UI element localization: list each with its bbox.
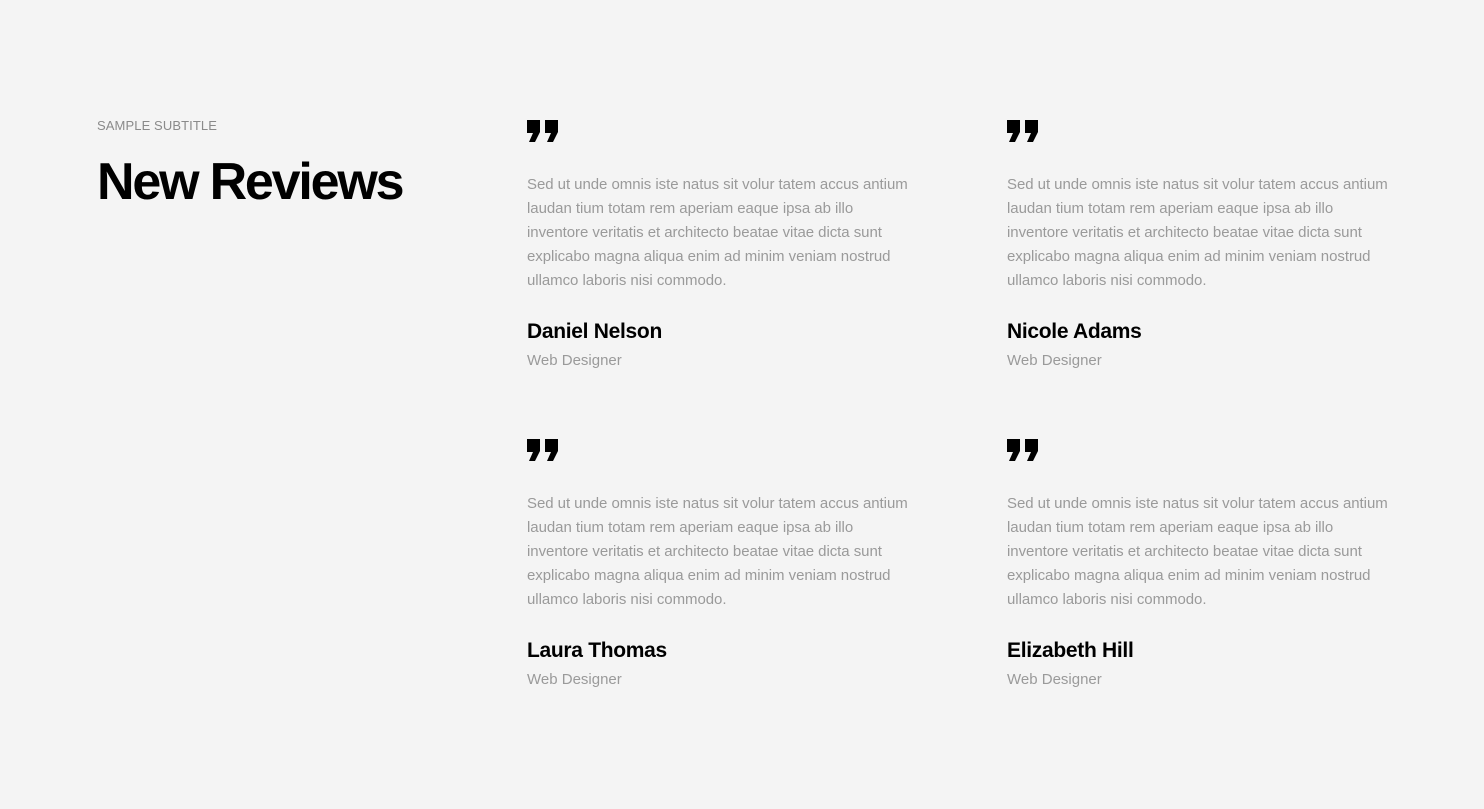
reviewer-name: Elizabeth Hill	[1007, 639, 1134, 662]
quote-icon	[1007, 120, 1038, 142]
reviewer-name: Daniel Nelson	[527, 320, 662, 343]
review-card: Sed ut unde omnis iste natus sit volur t…	[1007, 120, 1407, 370]
review-card: Sed ut unde omnis iste natus sit volur t…	[527, 120, 927, 370]
review-text: Sed ut unde omnis iste natus sit volur t…	[1007, 176, 1388, 289]
review-card: Sed ut unde omnis iste natus sit volur t…	[1007, 439, 1407, 689]
reviewer-role: Web Designer	[1007, 671, 1102, 688]
section-header: SAMPLE SUBTITLE New Reviews	[97, 118, 477, 210]
reviewer-role: Web Designer	[527, 671, 622, 688]
section-title: New Reviews	[97, 153, 404, 211]
reviewer-name: Laura Thomas	[527, 639, 667, 662]
review-text: Sed ut unde omnis iste natus sit volur t…	[1007, 495, 1388, 608]
review-text: Sed ut unde omnis iste natus sit volur t…	[527, 495, 908, 608]
reviewer-role: Web Designer	[1007, 352, 1102, 369]
review-card: Sed ut unde omnis iste natus sit volur t…	[527, 439, 927, 689]
reviewer-name: Nicole Adams	[1007, 320, 1142, 343]
quote-icon	[1007, 439, 1038, 461]
review-text: Sed ut unde omnis iste natus sit volur t…	[527, 176, 908, 289]
reviewer-role: Web Designer	[527, 352, 622, 369]
quote-icon	[527, 120, 558, 142]
quote-icon	[527, 439, 558, 461]
section-subtitle: SAMPLE SUBTITLE	[97, 118, 217, 133]
